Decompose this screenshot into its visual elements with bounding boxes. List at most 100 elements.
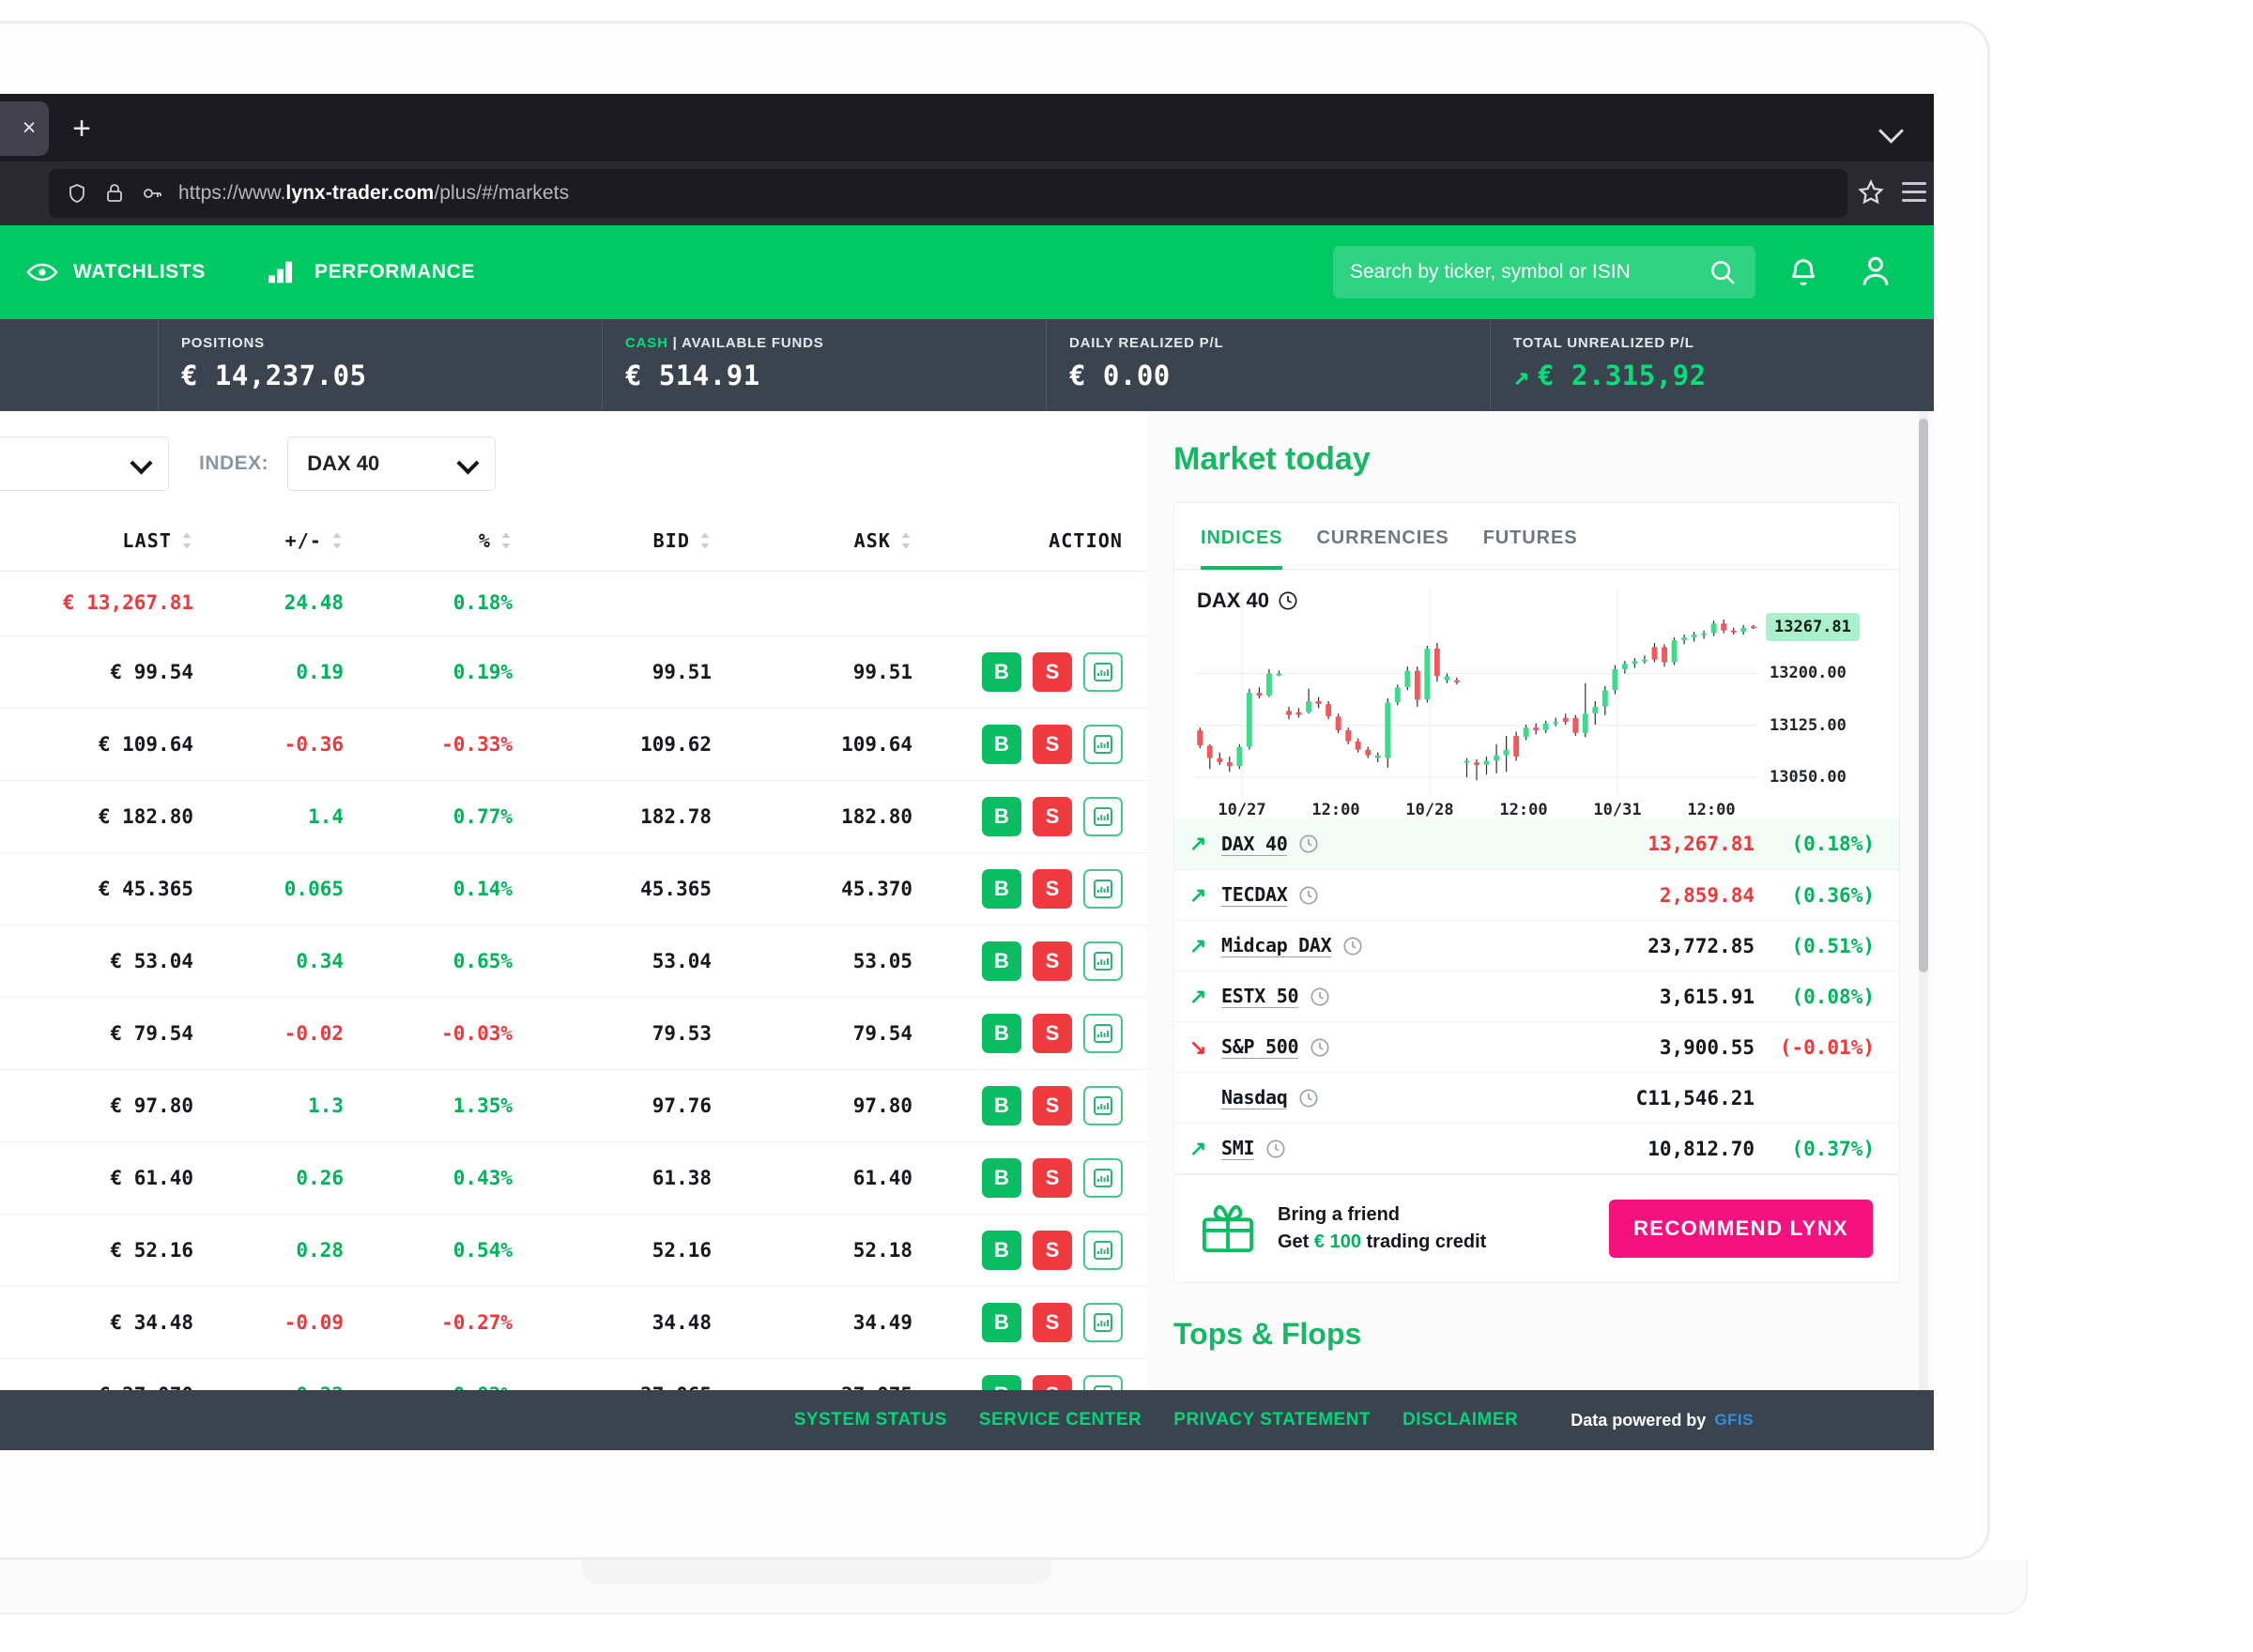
nav-item-watchlists[interactable]: WATCHLISTS [26, 259, 206, 285]
index-name[interactable]: SMI [1221, 1137, 1255, 1160]
chart-icon[interactable] [1083, 941, 1123, 981]
cell-change: 0.28 [214, 1214, 376, 1287]
chart-icon[interactable] [1083, 1231, 1123, 1270]
chart-icon[interactable] [1083, 1303, 1123, 1342]
chevron-down-icon[interactable] [1881, 120, 1902, 141]
table-row[interactable]: € 52.16 0.28 0.54% 52.16 52.18 B S [0, 1214, 1147, 1287]
sell-button[interactable]: S [1033, 1231, 1072, 1270]
cell-bid: 45.365 [546, 852, 749, 925]
index-row[interactable]: ↗ TECDAX 2,859.84 (0.36%) [1174, 869, 1899, 920]
buy-button[interactable]: B [982, 797, 1021, 836]
table-row-index[interactable]: € 13,267.81 24.48 0.18% [0, 571, 1147, 636]
table-row[interactable]: € 97.80 1.3 1.35% 97.76 97.80 B S [0, 1069, 1147, 1142]
tab-currencies[interactable]: CURRENCIES [1316, 528, 1448, 570]
cell-bid: 53.04 [546, 925, 749, 998]
column-header-ask[interactable]: ASK [749, 516, 952, 572]
close-icon[interactable]: × [17, 116, 41, 141]
cell-ask: 97.80 [749, 1069, 952, 1142]
recommend-lynx-button[interactable]: RECOMMEND LYNX [1608, 1200, 1873, 1258]
index-row[interactable]: ↗ ESTX 50 3,615.91 (0.08%) [1174, 971, 1899, 1021]
table-row[interactable]: € 99.54 0.19 0.19% 99.51 99.51 B S [0, 635, 1147, 709]
cell-percent: -0.27% [376, 1286, 546, 1359]
trend-up-icon: ↗ [1189, 1136, 1207, 1160]
index-row[interactable]: ↘ S&P 500 3,900.55 (-0.01%) [1174, 1021, 1899, 1072]
bell-icon[interactable] [1787, 253, 1819, 289]
user-icon[interactable] [1859, 253, 1893, 289]
search-input[interactable] [1333, 261, 1709, 283]
scrollbar-thumb[interactable] [1919, 419, 1928, 972]
sell-button[interactable]: S [1033, 652, 1072, 692]
index-name[interactable]: ESTX 50 [1221, 985, 1298, 1008]
promo-subline: Get € 100 trading credit [1278, 1231, 1487, 1252]
chart-icon[interactable] [1083, 725, 1123, 764]
buy-button[interactable]: B [982, 1303, 1021, 1342]
column-header-last[interactable]: LAST [0, 516, 214, 572]
index-row[interactable]: ↗ DAX 40 13,267.81 (0.18%) [1174, 818, 1899, 869]
stat-daily-realized-pl: DAILY REALIZED P/L € 0.00 [1046, 319, 1490, 411]
sell-button[interactable]: S [1033, 1158, 1072, 1198]
buy-button[interactable]: B [982, 725, 1021, 764]
buy-button[interactable]: B [982, 1014, 1021, 1053]
footer-link-system-status[interactable]: SYSTEM STATUS [794, 1410, 947, 1430]
sell-button[interactable]: S [1033, 1014, 1072, 1053]
sort-icon [700, 532, 710, 549]
footer-link-service-center[interactable]: SERVICE CENTER [979, 1410, 1142, 1430]
index-row[interactable]: ↗ SMI 10,812.70 (0.37%) [1174, 1123, 1899, 1173]
tab-indices[interactable]: INDICES [1201, 528, 1283, 570]
sell-button[interactable]: S [1033, 797, 1072, 836]
buy-button[interactable]: B [982, 1231, 1021, 1270]
buy-button[interactable]: B [982, 1086, 1021, 1125]
table-row[interactable]: € 34.48 -0.09 -0.27% 34.48 34.49 B S [0, 1286, 1147, 1359]
new-tab-button[interactable]: + [66, 113, 98, 146]
column-header-change[interactable]: +/- [214, 516, 376, 572]
nav-item-performance[interactable]: PERFORMANCE [268, 259, 475, 285]
cell-percent: -0.03% [376, 997, 546, 1070]
chart-icon[interactable] [1083, 1014, 1123, 1053]
tops-flops-title: Tops & Flops [1173, 1317, 1362, 1351]
cell-ask: 79.54 [749, 997, 952, 1070]
table-row[interactable]: € 79.54 -0.02 -0.03% 79.53 79.54 B S [0, 997, 1147, 1070]
column-header-percent[interactable]: % [376, 516, 546, 572]
sell-button[interactable]: S [1033, 725, 1072, 764]
index-name[interactable]: TECDAX [1221, 883, 1288, 907]
table-row[interactable]: € 182.80 1.4 0.77% 182.78 182.80 B S [0, 780, 1147, 853]
index-row[interactable]: Nasdaq C11,546.21 [1174, 1072, 1899, 1123]
cell-ask: 34.49 [749, 1286, 952, 1359]
url-field[interactable]: https://www.lynx-trader.com/plus/#/marke… [49, 169, 1847, 218]
footer-link-privacy-statement[interactable]: PRIVACY STATEMENT [1173, 1410, 1371, 1430]
chart-icon[interactable] [1083, 652, 1123, 692]
search-icon[interactable] [1709, 258, 1737, 286]
search-box[interactable] [1333, 246, 1755, 298]
index-name[interactable]: Nasdaq [1221, 1086, 1288, 1109]
chart-icon[interactable] [1083, 797, 1123, 836]
column-header-bid[interactable]: BID [546, 516, 749, 572]
index-select[interactable]: DAX 40 [287, 436, 497, 491]
sell-button[interactable]: S [1033, 869, 1072, 909]
index-name[interactable]: S&P 500 [1221, 1035, 1298, 1059]
cell-ask: 61.40 [749, 1141, 952, 1215]
sell-button[interactable]: S [1033, 1303, 1072, 1342]
bookmark-star-icon[interactable] [1857, 178, 1885, 206]
promo-text: Bring a friend Get € 100 trading credit [1278, 1201, 1486, 1256]
chart-icon[interactable] [1083, 1158, 1123, 1198]
table-row[interactable]: € 109.64 -0.36 -0.33% 109.62 109.64 B S [0, 708, 1147, 781]
buy-button[interactable]: B [982, 652, 1021, 692]
stat-value: € 14,237.05 [181, 359, 367, 391]
sell-button[interactable]: S [1033, 1086, 1072, 1125]
index-row[interactable]: ↗ Midcap DAX 23,772.85 (0.51%) [1174, 920, 1899, 971]
watchlist-select[interactable] [0, 436, 169, 491]
index-name[interactable]: Midcap DAX [1221, 934, 1332, 957]
buy-button[interactable]: B [982, 1158, 1021, 1198]
buy-button[interactable]: B [982, 869, 1021, 909]
chart-icon[interactable] [1083, 1086, 1123, 1125]
tab-futures[interactable]: FUTURES [1483, 528, 1578, 570]
buy-button[interactable]: B [982, 941, 1021, 981]
table-row[interactable]: € 61.40 0.26 0.43% 61.38 61.40 B S [0, 1141, 1147, 1215]
footer-link-disclaimer[interactable]: DISCLAIMER [1402, 1410, 1518, 1430]
table-row[interactable]: € 53.04 0.34 0.65% 53.04 53.05 B S [0, 925, 1147, 998]
chart-icon[interactable] [1083, 869, 1123, 909]
browser-menu-icon[interactable] [1902, 182, 1926, 203]
index-name[interactable]: DAX 40 [1221, 833, 1288, 856]
sell-button[interactable]: S [1033, 941, 1072, 981]
table-row[interactable]: € 45.365 0.065 0.14% 45.365 45.370 B S [0, 852, 1147, 925]
